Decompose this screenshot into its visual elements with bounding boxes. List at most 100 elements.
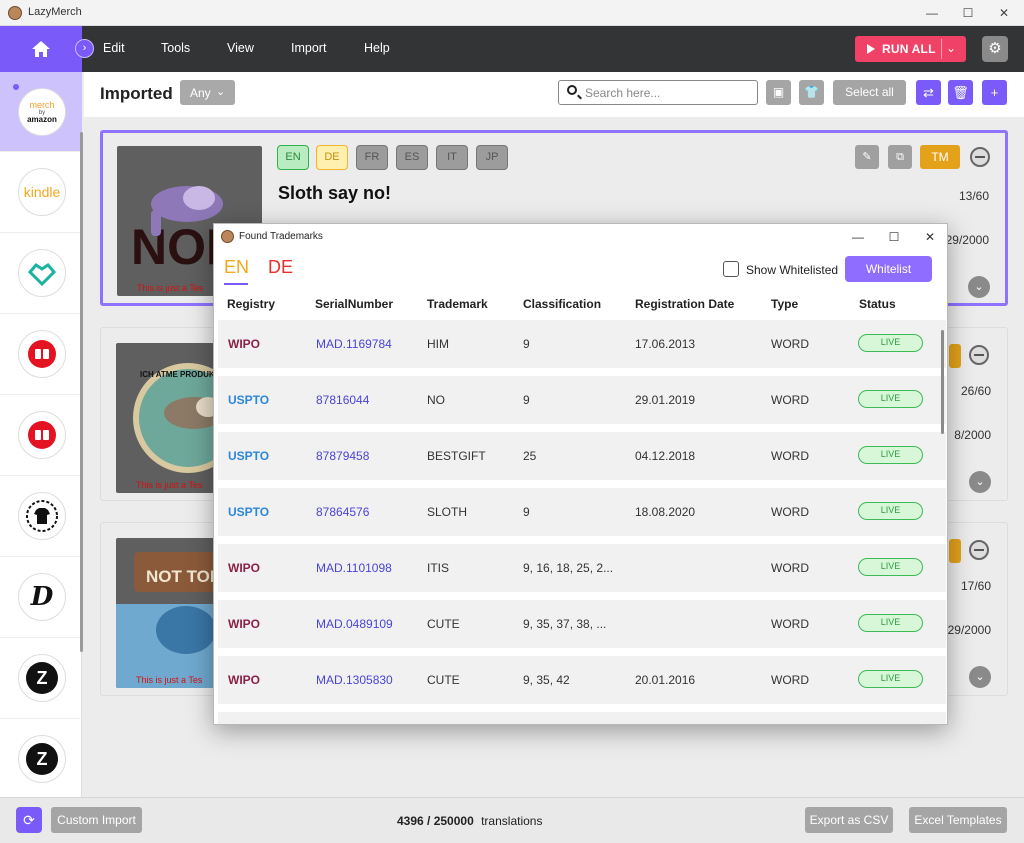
trademark-row[interactable]: USPTO 87864576 SLOTH 9 18.08.2020 WORD L…	[218, 488, 946, 536]
trademark-check-button[interactable]: TM	[920, 145, 960, 169]
menu-bar: › Edit Tools View Import Help RUN ALL ⌄ …	[0, 26, 1024, 72]
minimize-button[interactable]: —	[920, 4, 944, 22]
show-whitelisted-checkbox[interactable]	[723, 261, 739, 277]
search-field[interactable]	[558, 80, 758, 105]
trademark-row[interactable]: USPTO 87816044 NO 9 29.01.2019 WORD LIVE	[218, 376, 946, 424]
run-all-divider	[941, 39, 942, 59]
sidebar-item-merch-by-amazon[interactable]: merch by amazon	[0, 72, 82, 152]
trademark-cell: CUTE	[427, 673, 460, 687]
select-all-button[interactable]: Select all	[833, 80, 906, 105]
expand-card-button[interactable]: ⌄	[969, 666, 991, 688]
menu-import[interactable]: Import	[291, 41, 326, 55]
close-button[interactable]: ✕	[992, 4, 1016, 22]
serial-link[interactable]: MAD.0489109	[316, 617, 393, 631]
settings-button[interactable]: ⚙	[982, 36, 1008, 62]
image-view-button[interactable]: ▣	[766, 80, 791, 105]
serial-link[interactable]: 87816044	[316, 393, 369, 407]
copy-button[interactable]: ⧉	[888, 145, 912, 169]
sidebar-scrollbar[interactable]	[80, 132, 83, 652]
lang-toggle-jp[interactable]: JP	[476, 145, 508, 170]
merch-by-amazon-logo: merch by amazon	[18, 88, 66, 136]
thumbnail-caption: This is just a Tes	[136, 480, 203, 490]
shirt-view-button[interactable]: 👕	[799, 80, 824, 105]
sidebar-item-zazzle-2[interactable]: Z	[0, 720, 82, 800]
dialog-close-button[interactable]: ✕	[919, 228, 941, 246]
character-count: 13/60	[958, 189, 989, 203]
sidebar-item-displate[interactable]: D	[0, 558, 82, 638]
registration-date-cell: 04.12.2018	[635, 449, 696, 463]
run-all-button[interactable]: RUN ALL ⌄	[855, 36, 966, 62]
dialog-minimize-button[interactable]: —	[847, 228, 869, 246]
lang-toggle-de[interactable]: DE	[316, 145, 348, 170]
add-button[interactable]: +	[982, 80, 1007, 105]
show-whitelisted-label: Show Whitelisted	[746, 263, 839, 277]
custom-import-button[interactable]: Custom Import	[51, 807, 142, 833]
filter-value: Any	[190, 86, 211, 100]
lang-toggle-it[interactable]: IT	[436, 145, 468, 170]
registration-date-cell: 29.01.2019	[635, 393, 696, 407]
lang-toggle-es[interactable]: ES	[396, 145, 428, 170]
trademark-row[interactable]: WIPO MAD.0489109 CUTE 9, 35, 37, 38, ...…	[218, 600, 946, 648]
limit-count: 29/2000	[945, 233, 989, 247]
trademark-row[interactable]: WIPO MAD.1169784 HIM 9 17.06.2013 WORD L…	[218, 320, 946, 368]
export-csv-button[interactable]: Export as CSV	[805, 807, 893, 833]
menu-help[interactable]: Help	[364, 41, 390, 55]
status-badge: LIVE	[858, 334, 923, 352]
maximize-button[interactable]: ☐	[956, 4, 980, 22]
remove-button[interactable]	[969, 345, 989, 365]
trademark-row[interactable]: WIPO MAD.1305830 CUTE 9, 35, 42 20.01.20…	[218, 656, 946, 704]
trademark-row[interactable]: WIPO MAD.1101098 ITIS 9, 16, 18, 25, 2..…	[218, 544, 946, 592]
tab-de[interactable]: DE	[268, 257, 293, 278]
sidebar-item-shirt-shop[interactable]	[0, 477, 82, 557]
translate-button[interactable]: ⇄	[916, 80, 941, 105]
shirt-icon: 👕	[804, 85, 819, 99]
sync-button[interactable]: ⟳	[16, 807, 42, 833]
dialog-titlebar: Found Trademarks — ☐ ✕	[214, 224, 947, 250]
menu-view[interactable]: View	[227, 41, 254, 55]
chevron-down-icon[interactable]: ⌄	[946, 41, 956, 55]
edit-button[interactable]: ✎	[855, 145, 879, 169]
design-title[interactable]: Sloth say no!	[278, 183, 391, 204]
remove-button[interactable]	[970, 147, 990, 167]
sidebar-item-teepublic[interactable]	[0, 234, 82, 314]
serial-link[interactable]: MAD.1169784	[316, 337, 392, 351]
menu-edit[interactable]: Edit	[103, 41, 125, 55]
serial-link[interactable]: 87879458	[316, 449, 369, 463]
serial-link[interactable]: MAD.1305830	[316, 673, 393, 687]
serial-link[interactable]: 87864576	[316, 505, 369, 519]
registry-cell: USPTO	[228, 449, 270, 463]
sidebar-expand-button[interactable]: ›	[75, 39, 94, 58]
home-button[interactable]	[0, 26, 82, 72]
classification-cell: 9, 16, 18, 25, 2...	[523, 561, 614, 575]
sidebar-item-redbubble-1[interactable]	[0, 315, 82, 395]
filter-dropdown[interactable]: Any ⌄	[180, 80, 235, 105]
sidebar-item-redbubble-2[interactable]	[0, 396, 82, 476]
lang-toggle-en[interactable]: EN	[277, 145, 309, 170]
trademark-cell: HIM	[427, 337, 449, 351]
lang-toggle-fr[interactable]: FR	[356, 145, 388, 170]
excel-templates-button[interactable]: Excel Templates	[909, 807, 1007, 833]
trademark-check-button[interactable]	[949, 539, 961, 563]
serial-link[interactable]: MAD.1101098	[316, 561, 392, 575]
play-icon	[867, 44, 875, 54]
menu-tools[interactable]: Tools	[161, 41, 190, 55]
sidebar-item-kindle[interactable]: kindle	[0, 153, 82, 233]
tab-en[interactable]: EN	[224, 257, 249, 278]
search-input[interactable]	[585, 84, 753, 102]
trademark-check-button[interactable]	[949, 344, 961, 368]
sidebar-item-zazzle-1[interactable]: Z	[0, 639, 82, 719]
shirt-wreath-icon	[26, 500, 58, 532]
dialog-maximize-button[interactable]: ☐	[883, 228, 905, 246]
dialog-scrollbar[interactable]	[941, 330, 944, 434]
registry-cell: WIPO	[228, 673, 260, 687]
registry-cell: WIPO	[228, 337, 260, 351]
registry-cell: WIPO	[228, 617, 260, 631]
trademark-row-partial[interactable]	[218, 712, 946, 724]
expand-card-button[interactable]: ⌄	[968, 276, 990, 298]
whitelist-button[interactable]: Whitelist	[845, 256, 932, 282]
search-icon	[567, 85, 577, 95]
remove-button[interactable]	[969, 540, 989, 560]
delete-button[interactable]: 🗑	[948, 80, 973, 105]
trademark-row[interactable]: USPTO 87879458 BESTGIFT 25 04.12.2018 WO…	[218, 432, 946, 480]
expand-card-button[interactable]: ⌄	[969, 471, 991, 493]
